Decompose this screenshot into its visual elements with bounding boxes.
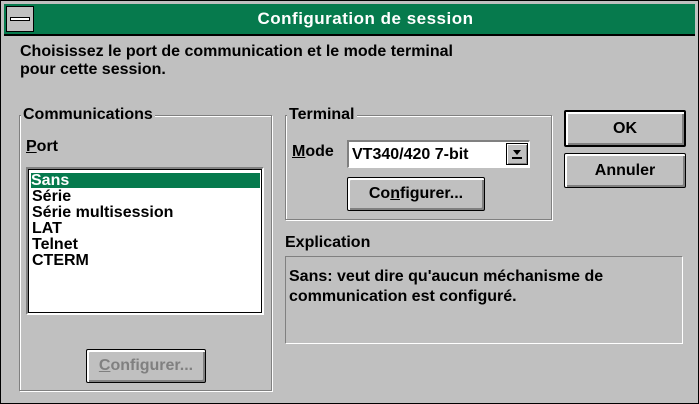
explication-text-box: Sans: veut dire qu'aucun méchanisme de c… — [285, 256, 683, 344]
port-option-cterm[interactable]: CTERM — [32, 253, 89, 269]
terminal-configure-button[interactable]: Configurer... — [347, 177, 485, 211]
down-arrow-icon[interactable] — [506, 143, 528, 165]
terminal-legend: Terminal — [287, 106, 357, 124]
explication-line-1: Sans: veut dire qu'aucun méchanisme de — [289, 268, 604, 285]
terminal-configure-text: figurer... — [399, 185, 464, 202]
port-option-sans[interactable]: Sans — [31, 173, 260, 189]
dialog-prompt: Choisissez le port de communication et l… — [20, 43, 453, 79]
prompt-line-1: Choisissez le port de communication et l… — [20, 43, 453, 60]
explication-line-2: communication est configuré. — [289, 288, 517, 305]
cancel-button[interactable]: Annuler — [564, 153, 686, 188]
explication-text: Sans: veut dire qu'aucun méchanisme de c… — [289, 267, 603, 307]
port-label-text: ort — [36, 138, 58, 155]
port-option-lat[interactable]: LAT — [32, 221, 62, 237]
terminal-configure-accelerator: n — [390, 185, 400, 202]
port-option-telnet[interactable]: Telnet — [32, 237, 78, 253]
system-menu-icon — [10, 17, 30, 21]
mode-select-value: VT340/420 7-bit — [352, 146, 469, 163]
mode-label-accelerator: M — [292, 143, 306, 160]
window-title: Configuration de session — [257, 9, 474, 28]
port-option-serie-multisession[interactable]: Série multisession — [32, 205, 173, 221]
mode-label: Mode — [292, 143, 334, 161]
mode-label-text: ode — [305, 143, 334, 160]
port-configure-button[interactable]: Configurer... — [86, 349, 206, 383]
communications-legend: Communications — [21, 106, 155, 124]
prompt-line-2: pour cette session. — [20, 61, 166, 78]
port-configure-text: onfigurer... — [110, 357, 194, 374]
port-configure-accelerator: C — [98, 357, 111, 374]
port-option-serie[interactable]: Série — [32, 189, 71, 205]
system-menu-button[interactable] — [6, 6, 34, 32]
terminal-configure-text-pre: Co — [368, 185, 391, 202]
port-label: Port — [26, 138, 58, 156]
ok-button[interactable]: OK — [564, 110, 686, 147]
mode-select[interactable]: VT340/420 7-bit — [347, 140, 530, 168]
port-listbox[interactable]: Sans Série Série multisession LAT Telnet… — [26, 167, 264, 315]
port-label-accelerator: P — [26, 138, 37, 155]
explication-label: Explication — [285, 234, 371, 251]
